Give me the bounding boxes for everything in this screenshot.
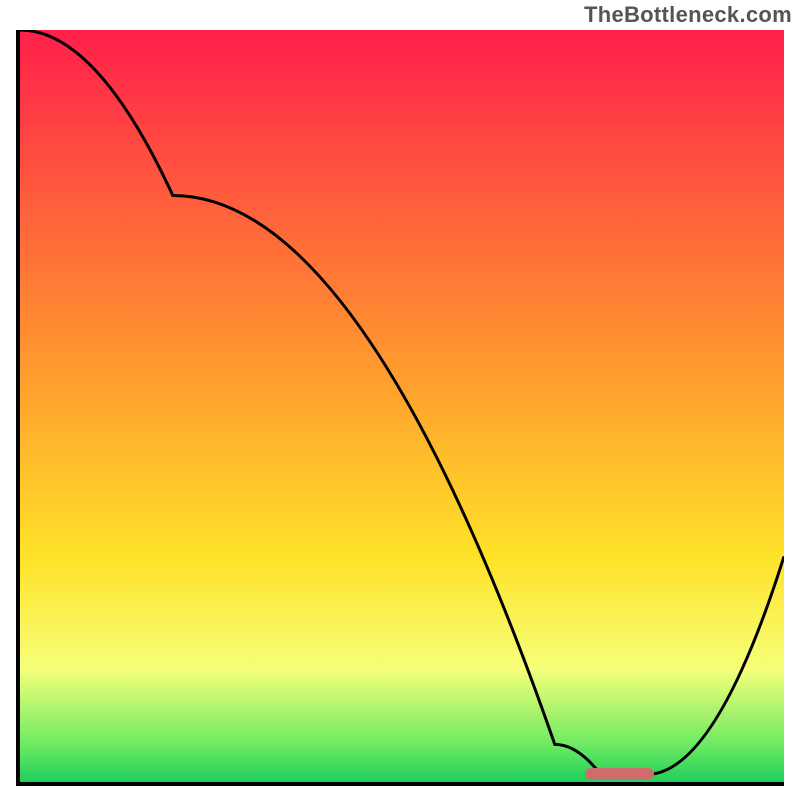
bottleneck-curve xyxy=(20,30,784,782)
curve-path xyxy=(20,30,784,774)
watermark-text: TheBottleneck.com xyxy=(584,2,792,28)
bottleneck-chart: TheBottleneck.com xyxy=(0,0,800,800)
plot-area xyxy=(16,30,784,786)
optimum-marker xyxy=(585,768,654,780)
